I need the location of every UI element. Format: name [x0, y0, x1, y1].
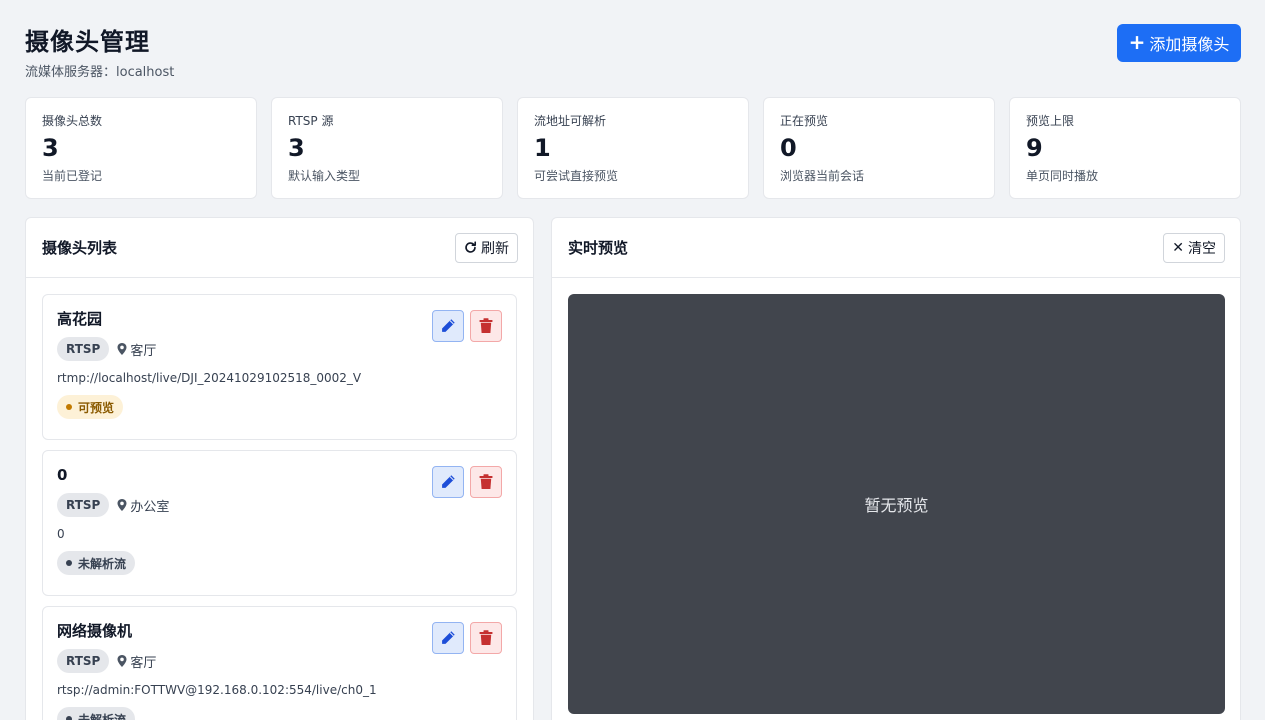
clear-button[interactable]: ✕ 清空: [1163, 232, 1225, 263]
status-dot: [66, 560, 72, 566]
stat-label: 预览上限: [1026, 114, 1075, 128]
camera-actions: [432, 466, 502, 498]
stat-label: 正在预览: [780, 114, 829, 128]
stat-label: RTSP 源: [288, 114, 334, 128]
stat-card-limit: 预览上限 9 单页同时播放: [1009, 97, 1241, 199]
camera-list-panel: 摄像头列表 刷新 高花园 RTSP 客厅 rtmp://localhost/li…: [25, 217, 534, 720]
stat-label: 流地址可解析: [534, 114, 607, 128]
live-preview-title: 实时预览: [568, 239, 629, 257]
stat-card-previewing: 正在预览 0 浏览器当前会话: [763, 97, 995, 199]
camera-url: 0: [57, 527, 65, 541]
camera-card[interactable]: 高花园 RTSP 客厅 rtmp://localhost/live/DJI_20…: [42, 294, 517, 440]
pencil-icon: [442, 475, 455, 488]
map-pin-icon: [117, 499, 127, 511]
camera-management-page: 摄像头管理 流媒体服务器：localhost + 添加摄像头 摄像头总数 3 当…: [0, 0, 1265, 720]
live-preview-header: 实时预览 ✕ 清空: [552, 218, 1240, 278]
stat-value: 3: [42, 134, 59, 162]
edit-camera-button[interactable]: [432, 310, 464, 342]
camera-url: rtsp://admin:FOTTWV@192.168.0.102:554/li…: [57, 683, 377, 697]
camera-location: 客厅: [117, 340, 156, 359]
header: 摄像头管理 流媒体服务器：localhost + 添加摄像头: [25, 22, 1241, 82]
clear-label: 清空: [1188, 240, 1216, 257]
trash-icon: [479, 318, 493, 333]
camera-location: 客厅: [117, 652, 156, 671]
stat-card-resolvable: 流地址可解析 1 可尝试直接预览: [517, 97, 749, 199]
delete-camera-button[interactable]: [470, 466, 502, 498]
stat-value: 3: [288, 134, 305, 162]
status-badge: 未解析流: [57, 551, 136, 575]
stat-desc: 可尝试直接预览: [534, 169, 619, 183]
plus-icon: +: [1128, 30, 1146, 54]
stat-label: 摄像头总数: [42, 114, 103, 128]
delete-camera-button[interactable]: [470, 310, 502, 342]
status-label: 可预览: [78, 400, 115, 415]
camera-list-header: 摄像头列表 刷新: [26, 218, 533, 278]
pencil-icon: [442, 631, 455, 644]
camera-url: rtmp://localhost/live/DJI_20241029102518…: [57, 371, 362, 385]
stat-value: 1: [534, 134, 551, 162]
stat-card-rtsp: RTSP 源 3 默认输入类型: [271, 97, 503, 199]
stat-card-total: 摄像头总数 3 当前已登记: [25, 97, 257, 199]
add-camera-button[interactable]: + 添加摄像头: [1117, 24, 1241, 62]
map-pin-icon: [117, 343, 127, 355]
refresh-label: 刷新: [481, 240, 509, 257]
stat-desc: 单页同时播放: [1026, 169, 1099, 183]
stat-desc: 浏览器当前会话: [780, 169, 865, 183]
stat-value: 0: [780, 134, 797, 162]
camera-location: 办公室: [117, 496, 169, 515]
status-dot: [66, 716, 72, 720]
stat-desc: 当前已登记: [42, 169, 103, 183]
camera-card[interactable]: 0 RTSP 办公室 0 未解析流: [42, 450, 517, 596]
page-title: 摄像头管理: [25, 28, 150, 56]
refresh-icon: [465, 241, 477, 253]
status-label: 未解析流: [78, 556, 127, 571]
camera-location-label: 办公室: [130, 499, 170, 515]
camera-card[interactable]: 网络摄像机 RTSP 客厅 rtsp://admin:FOTTWV@192.16…: [42, 606, 517, 720]
delete-camera-button[interactable]: [470, 622, 502, 654]
status-badge: 可预览: [57, 395, 124, 419]
trash-icon: [479, 630, 493, 645]
camera-type-badge: RTSP: [57, 337, 110, 361]
stat-value: 9: [1026, 134, 1043, 162]
refresh-button[interactable]: 刷新: [455, 232, 518, 263]
close-icon: ✕: [1172, 239, 1184, 256]
edit-camera-button[interactable]: [432, 622, 464, 654]
status-badge: 未解析流: [57, 707, 136, 720]
edit-camera-button[interactable]: [432, 466, 464, 498]
server-subtitle: 流媒体服务器：localhost: [25, 65, 175, 80]
camera-type-badge: RTSP: [57, 493, 110, 517]
camera-actions: [432, 622, 502, 654]
stats-row: 摄像头总数 3 当前已登记 RTSP 源 3 默认输入类型 流地址可解析 1 可…: [25, 97, 1241, 199]
camera-type-badge: RTSP: [57, 649, 110, 673]
trash-icon: [479, 474, 493, 489]
camera-location-label: 客厅: [130, 343, 157, 359]
add-camera-label: 添加摄像头: [1149, 35, 1230, 54]
camera-actions: [432, 310, 502, 342]
camera-list-title: 摄像头列表: [42, 239, 118, 257]
preview-area: 暂无预览: [568, 294, 1225, 714]
map-pin-icon: [117, 655, 127, 667]
preview-empty-text: 暂无预览: [864, 496, 929, 515]
live-preview-panel: 实时预览 ✕ 清空 暂无预览: [551, 217, 1241, 720]
camera-list: 高花园 RTSP 客厅 rtmp://localhost/live/DJI_20…: [26, 278, 533, 720]
camera-location-label: 客厅: [130, 655, 157, 671]
status-label: 未解析流: [78, 712, 127, 720]
pencil-icon: [442, 319, 455, 332]
status-dot: [66, 404, 72, 410]
preview-body: 暂无预览: [552, 278, 1240, 720]
stat-desc: 默认输入类型: [288, 169, 361, 183]
